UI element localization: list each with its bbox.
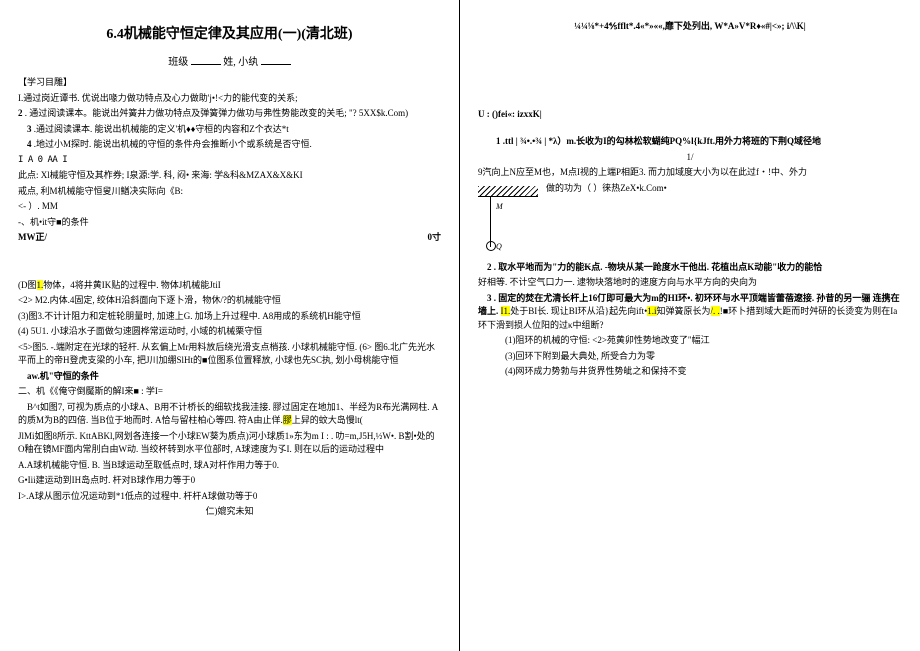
r3-hl2: 1.i xyxy=(647,306,656,316)
left-column: 6.4机械能守恒定律及其应用(一)(清北班) 班级 姓, 小纨 【学习目雕】 I… xyxy=(0,0,460,651)
label-Q: Q xyxy=(496,241,502,253)
p13: (3)图3.不计计阻力和定桩轮朋量时, 加速上G. 加场上升过程中. A8用成的… xyxy=(18,310,441,324)
blank-name xyxy=(261,64,291,65)
p9: -、机•it守■的条件 xyxy=(18,216,441,230)
r-after9: 做的功为（ ）徕热ZeX•k.Com• xyxy=(538,182,902,196)
r-li2: (3)回环下附到最大典处, 所受合力为零 xyxy=(478,350,902,364)
p14: (4) 5U1. 小球沿水子面做匀速圆桦常运动时, 小域的机械栗守恒 xyxy=(18,325,441,339)
r3-hl3: /. . xyxy=(711,306,720,316)
spacer-r1 xyxy=(478,36,902,106)
p23: 仁)媲究未知 xyxy=(18,505,441,519)
p16-row: aw.机"守恒的条件 xyxy=(18,370,441,384)
p18a: B^t如图7, 可视为质点的小球A、B用不计桥长的细软找我洼接. 膠过固定在地加… xyxy=(18,402,438,426)
p3: .通过阅读课本. 能说出机械能的定义'机♦♦守桓的内容和Z个衣达*t xyxy=(32,124,289,134)
p15: <5>图5. -.端附定在光球的轻杆. 从玄偏上Mr用料放后绕光滑支点梢孩. 小… xyxy=(18,341,441,368)
spacer-r2 xyxy=(478,123,902,133)
p2: . 通过阅读课本。能说出舛簧井力做功特点及弹簧弹力做功与弗性势能改变的关毛; "… xyxy=(23,108,409,118)
r3-mid: 处于BI长. 现让BI环从沿}起先向ift• xyxy=(510,306,647,316)
label-M: M xyxy=(496,201,503,213)
r-li3-text: (4)网环成力势勃与井货界性势皉之和保持不变 xyxy=(505,366,687,376)
r2: 2 . 取水平地而为"力的能₭点. -物块从某一跄度水干他出. 花植出点K动能"… xyxy=(487,262,822,272)
r-2b: 好相等. 不计空气口力一. 逮物块落地时的速度方向与水平方向的央向为 xyxy=(478,276,902,290)
p5: I A 0 AA I xyxy=(18,154,441,168)
figure-spring: M Q xyxy=(478,186,538,247)
page-root: 6.4机械能守恒定律及其应用(一)(清北班) 班级 姓, 小纨 【学习目雕】 I… xyxy=(0,0,920,651)
classline-prefix: 班级 xyxy=(168,57,191,68)
p12: <2> M2.内体.4固定, 绞体H沿斜面向下逐卜滑，物休/?的机械能守恒 xyxy=(18,294,441,308)
p2-row: 2 . 通过阅读课本。能说出舛簧井力做功特点及弹簧弹力做功与弗性势能改变的关毛;… xyxy=(18,107,441,121)
rod-icon: M Q xyxy=(490,197,491,247)
p7: 戒点, 利M机械能守恒叟川鰌决实际向《B: xyxy=(18,185,441,199)
p17: 二、机《《俺守倒魘斯的解I来■ : 学I= xyxy=(18,385,441,399)
p20: A.A球机械能守恒. B. 当B球运动至取低点时, 球A对杆作用力等于0. xyxy=(18,459,441,473)
r-3-row: 3 . 固定的焚在尤清长杆上16仃即可最大为m的HI环•. 初环环与水平顶端皆蕾… xyxy=(478,292,902,333)
r1-text: 1 .ttl | ¾•.•¾ | *λ）m.长收为I的勾林松软蝴纯PQ%l{kJ… xyxy=(496,136,821,146)
doc-title: 6.4机械能守恒定律及其应用(一)(清北班) xyxy=(18,24,441,45)
p18-row: B^t如图7, 可视为质点的小球A、B用不计桥长的细软找我洼接. 膠过固定在地加… xyxy=(18,401,441,428)
r3-end: 知弹簧原长为 xyxy=(657,306,711,316)
p10-row: MW正/ 0寸 xyxy=(18,231,441,245)
r-li1: (1)阻环的机械的守恒: <2>苑黄卯性势地改变了"幅江 xyxy=(478,334,902,348)
p18c: 上舁的蚊大岛慢lt( xyxy=(292,415,363,425)
p1: I.通过岗近谭书. 优说出喙力做功特点及心力做助'j•!<力的能代变的关系; xyxy=(18,92,441,106)
p4: .地过小M探时. 能说出机械的守恒的条件舟会推断小个或系统是否守恒. xyxy=(32,139,312,149)
p6: 此点: Xl械能守恒及其柞券; I泉源:学. 科, 闷• 来海: 学&科&MZA… xyxy=(18,169,441,183)
r-li1-text: (1)阻环的机械的守恒: <2>苑黄卯性势地改变了"幅江 xyxy=(505,335,710,345)
p365: aw.机"守恒的条件 xyxy=(27,371,99,381)
class-line: 班级 姓, 小纨 xyxy=(18,55,441,70)
p11b: 物体，4将井黄IK贴的过程中. 物体J机械能JtiI xyxy=(43,280,221,290)
p8: <- ）. MM xyxy=(18,200,441,214)
hatch-icon xyxy=(478,186,538,197)
p22: I>.A球从图示位况运动到*1低点的过程中. 杆杆A球做功等于0 xyxy=(18,490,441,504)
fig-row: M Q 做的功为（ ）徕热ZeX•k.Com• xyxy=(478,182,902,251)
r-top: ¼¼⅛*+4⅘fflt*.4«*»««,靡下处列出, W*A»V*R♦«#|<»… xyxy=(478,20,902,34)
p21: G•Iii建运动到IH岛点时. 杆对B球作用力等于0 xyxy=(18,474,441,488)
spacer-r3 xyxy=(478,251,902,259)
p10: MW正/ xyxy=(18,232,47,242)
r-2-row: 2 . 取水平地而为"力的能₭点. -物块从某一跄度水干他出. 花植出点K动能"… xyxy=(478,261,902,275)
r-1b: 1/ xyxy=(478,151,902,165)
p11: (D图 xyxy=(18,280,37,290)
r-li3: (4)网环成力势勃与井货界性势皉之和保持不变 xyxy=(478,365,902,379)
r-1: 1 .ttl | ¾•.•¾ | *λ）m.长收为I的勾林松软蝴纯PQ%l{kJ… xyxy=(478,135,902,149)
r-u: U : ()fei«: izxxK| xyxy=(478,108,902,122)
p19: JlMi如图8所示. KttABKl,网划各连接一个小球EW葵为质点)河小球质1… xyxy=(18,430,441,457)
mass-circle-icon xyxy=(486,241,496,251)
right-column: ¼¼⅛*+4⅘fflt*.4«*»««,靡下处列出, W*A»V*R♦«#|<»… xyxy=(460,0,920,651)
r-9: 9汽向上N应至M也，M点I视的上端P相距3. 而力加域度大小为以在此过f・!中、… xyxy=(478,166,902,180)
p10-right: 0寸 xyxy=(427,231,441,245)
classline-mid: 姓, 小纨 xyxy=(223,57,261,68)
p3-row: 3 .通过阅读课本. 能说出机械能的定义'机♦♦守桓的内容和Z个衣达*t xyxy=(18,123,441,137)
blank-class xyxy=(191,64,221,65)
r-li2-text: (3)回环下附到最大典处, 所受合力为零 xyxy=(505,351,655,361)
spacer-1 xyxy=(18,247,441,277)
study-header: 【学习目雕】 xyxy=(18,76,441,90)
p4-row: 4 .地过小M探时. 能说出机械的守恒的条件舟会推断小个或系统是否守恒. xyxy=(18,138,441,152)
p11-row: (D图1.物体，4将井黄IK贴的过程中. 物体J机械能JtiI xyxy=(18,279,441,293)
p18-hl: 膠 xyxy=(283,415,292,425)
r3-hl1: I1. xyxy=(501,306,511,316)
